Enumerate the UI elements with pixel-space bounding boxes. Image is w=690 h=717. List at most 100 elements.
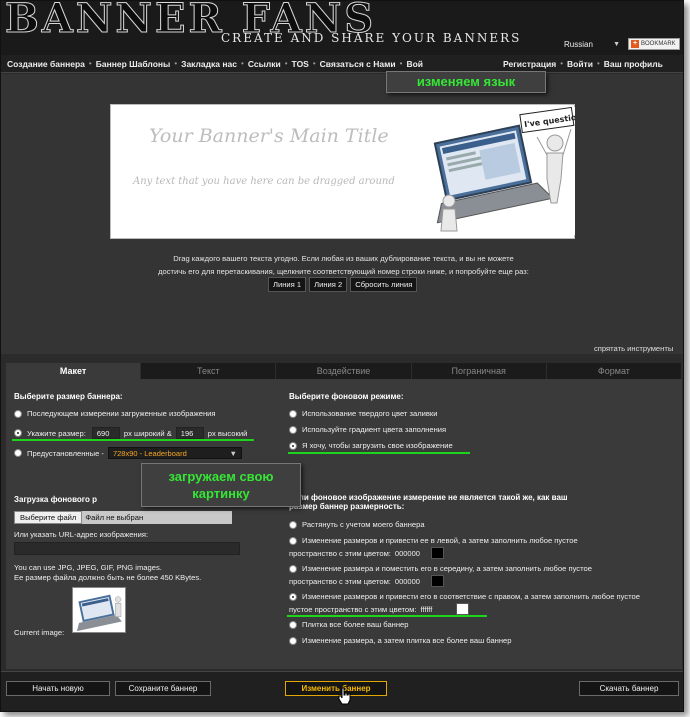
language-select[interactable]: Russian ▼ — [561, 37, 623, 51]
bookmark-label: BOOKMARK — [641, 41, 676, 47]
size-custom-label: Укажите размер: — [27, 428, 86, 438]
layout-settings-panel: Выберите размер баннера: Последующем изм… — [6, 379, 682, 669]
bookmark-button[interactable]: + BOOKMARK — [628, 38, 680, 50]
resize-right-label-line-2: пустое пространство с этим цветом: — [289, 604, 417, 614]
banner-title-text[interactable]: Your Banner's Main Title — [149, 125, 389, 147]
color-swatch-center[interactable] — [430, 575, 444, 587]
size-option-uploaded[interactable]: Последующем измерении загруженные изобра… — [14, 409, 216, 418]
file-size-limit-text: Ее размер файла должно быть не более 450… — [14, 573, 202, 582]
resize-option-stretch[interactable]: Растянуть с учетом моего баннера — [289, 520, 425, 529]
line-buttons: Линия 1 Линия 2 Сбросить линия — [268, 277, 418, 292]
main-nav: Создание баннера • Баннер Шаблоны • Заклад… — [1, 55, 683, 73]
banner-background-image: I've question! — [429, 107, 575, 235]
resize-right-radio[interactable] — [289, 592, 297, 601]
bg-upload-radio[interactable] — [289, 441, 297, 450]
change-banner-button[interactable]: Изменить баннер — [285, 681, 387, 696]
fill-color-input-center[interactable]: 000000 — [395, 575, 429, 587]
bg-solid-radio[interactable] — [289, 409, 297, 418]
reset-lines-button[interactable]: Сбросить линия — [350, 277, 418, 292]
save-banner-button[interactable]: Сохраните баннер — [115, 681, 211, 696]
bg-option-gradient[interactable]: Используйте градиент цвета заполнения — [289, 425, 446, 434]
resize-left-color-row: пространство с этим цветом: 000000 — [289, 547, 444, 559]
resize-center-radio[interactable] — [289, 564, 297, 573]
tab-text[interactable]: Текст — [141, 363, 277, 379]
tab-border[interactable]: Пограничная — [412, 363, 547, 379]
tile-radio[interactable] — [289, 620, 297, 629]
hide-tools-link[interactable]: спрятать инструменты — [594, 344, 673, 353]
banner-preview-canvas[interactable]: Your Banner's Main Title Any text that y… — [110, 104, 575, 239]
nav-contact[interactable]: Связаться с Нами — [320, 59, 396, 69]
size-option-custom[interactable]: Укажите размер: 690 px широкий & 196 px … — [14, 427, 247, 439]
nav-separator: • — [284, 59, 288, 68]
size-custom-radio[interactable] — [14, 429, 22, 437]
size-uploaded-radio[interactable] — [14, 409, 22, 418]
bg-option-upload[interactable]: Я хочу, чтобы загрузить свое изображение — [289, 441, 453, 450]
nav-tos[interactable]: TOS — [292, 59, 309, 69]
chevron-down-icon: ▼ — [229, 448, 237, 458]
nav-register[interactable]: Регистрация — [503, 59, 556, 69]
bg-upload-label: Я хочу, чтобы загрузить свое изображение — [302, 441, 453, 450]
color-swatch-left[interactable] — [430, 547, 444, 559]
nav-banner-templates[interactable]: Баннер Шаблоны — [96, 59, 171, 69]
choose-file-button[interactable]: Выберите файл — [14, 511, 83, 524]
nav-partial-item[interactable]: Вой — [406, 59, 423, 69]
bg-gradient-label: Используйте градиент цвета заполнения — [302, 425, 447, 434]
chosen-file-name: Файл не выбран — [82, 511, 233, 524]
resize-option-right[interactable]: Изменение размеров и привести его в соот… — [289, 592, 640, 601]
background-mode-title: Выберите фоновом режиме: — [289, 392, 404, 401]
language-select-value: Russian — [564, 39, 593, 49]
resize-mode-title: Если фоновое изображение измерение не яв… — [289, 493, 568, 511]
resize-tile-radio[interactable] — [289, 636, 297, 645]
annotation-upload-image: загружаем свою картинку — [141, 463, 301, 507]
stretch-radio[interactable] — [289, 520, 297, 529]
size-option-preset[interactable]: Предустановленные - 728x90 - Leaderboard… — [14, 447, 242, 459]
resize-mode-title-line-2: размер баннер размерность: — [289, 502, 405, 511]
tab-layout[interactable]: Макет — [6, 363, 142, 379]
hand-cursor-icon — [338, 687, 351, 705]
download-banner-button[interactable]: Скачать баннер — [579, 681, 679, 696]
tab-format[interactable]: Формат — [547, 363, 683, 379]
size-preset-radio[interactable] — [14, 449, 22, 457]
nav-bookmark-us[interactable]: Закладка нас — [181, 59, 237, 69]
current-image-label: Current image: — [14, 628, 65, 637]
resize-option-resize-tile[interactable]: Изменение размера, а затем плитка все бо… — [289, 636, 512, 645]
resize-right-color-row: пустое пространство с этим цветом: fffff… — [289, 603, 470, 615]
size-preset-label: Предустановленные - — [27, 448, 104, 458]
fill-color-input-right[interactable]: ffffff — [420, 603, 454, 615]
resize-option-center[interactable]: Изменение размера и поместить его в сере… — [289, 564, 592, 573]
bg-gradient-radio[interactable] — [289, 425, 297, 434]
nav-profile[interactable]: Ваш профиль — [604, 59, 663, 69]
drag-help-line-1: Drag каждого вашего текста угодно. Если … — [173, 254, 514, 263]
drag-help-text: Drag каждого вашего текста угодно. Если … — [61, 252, 626, 278]
line-1-button[interactable]: Линия 1 — [268, 277, 307, 292]
nav-separator: • — [88, 59, 92, 68]
fill-color-input-left[interactable]: 000000 — [395, 547, 429, 559]
banner-subtitle-text[interactable]: Any text that you have here can be dragg… — [133, 176, 395, 187]
banner-width-input[interactable]: 690 — [91, 427, 120, 439]
banner-height-input[interactable]: 196 — [175, 427, 204, 439]
nav-create-banner[interactable]: Создание баннера — [7, 59, 85, 69]
preset-size-select[interactable]: 728x90 - Leaderboard ▼ — [107, 447, 242, 459]
resize-right-label-line-1: Изменение размеров и привести его в соот… — [302, 592, 640, 601]
site-tagline: CREATE AND SHARE YOUR BANNERS — [221, 31, 522, 45]
highlight-underline — [287, 615, 487, 617]
line-2-button[interactable]: Линия 2 — [309, 277, 348, 292]
resize-option-left[interactable]: Изменение размеров и привести ее в левой… — [289, 536, 578, 545]
bg-option-solid[interactable]: Использование твердого цвет заливки — [289, 409, 438, 418]
start-new-button[interactable]: Начать новую — [6, 681, 110, 696]
nav-separator: • — [312, 59, 316, 68]
upload-background-title: Загрузка фонового р — [14, 495, 97, 504]
tab-effects[interactable]: Воздействие — [276, 363, 412, 379]
image-url-label: Или указать URL-адрес изображения: — [14, 530, 149, 539]
color-swatch-right[interactable] — [456, 603, 470, 615]
resize-center-label-line-1: Изменение размера и поместить его в сере… — [302, 564, 592, 573]
preset-size-value: 728x90 - Leaderboard — [112, 448, 187, 458]
resize-left-radio[interactable] — [289, 536, 297, 545]
nav-separator: • — [241, 59, 244, 68]
resize-option-tile[interactable]: Плитка все более ваш баннер — [289, 620, 409, 629]
nav-login[interactable]: Войти — [567, 59, 593, 69]
site-header: BANNER FANS CREATE AND SHARE YOUR BANNER… — [1, 1, 683, 55]
nav-links[interactable]: Ссылки — [248, 59, 281, 69]
image-url-input[interactable] — [14, 542, 240, 555]
nav-separator: • — [399, 59, 403, 68]
